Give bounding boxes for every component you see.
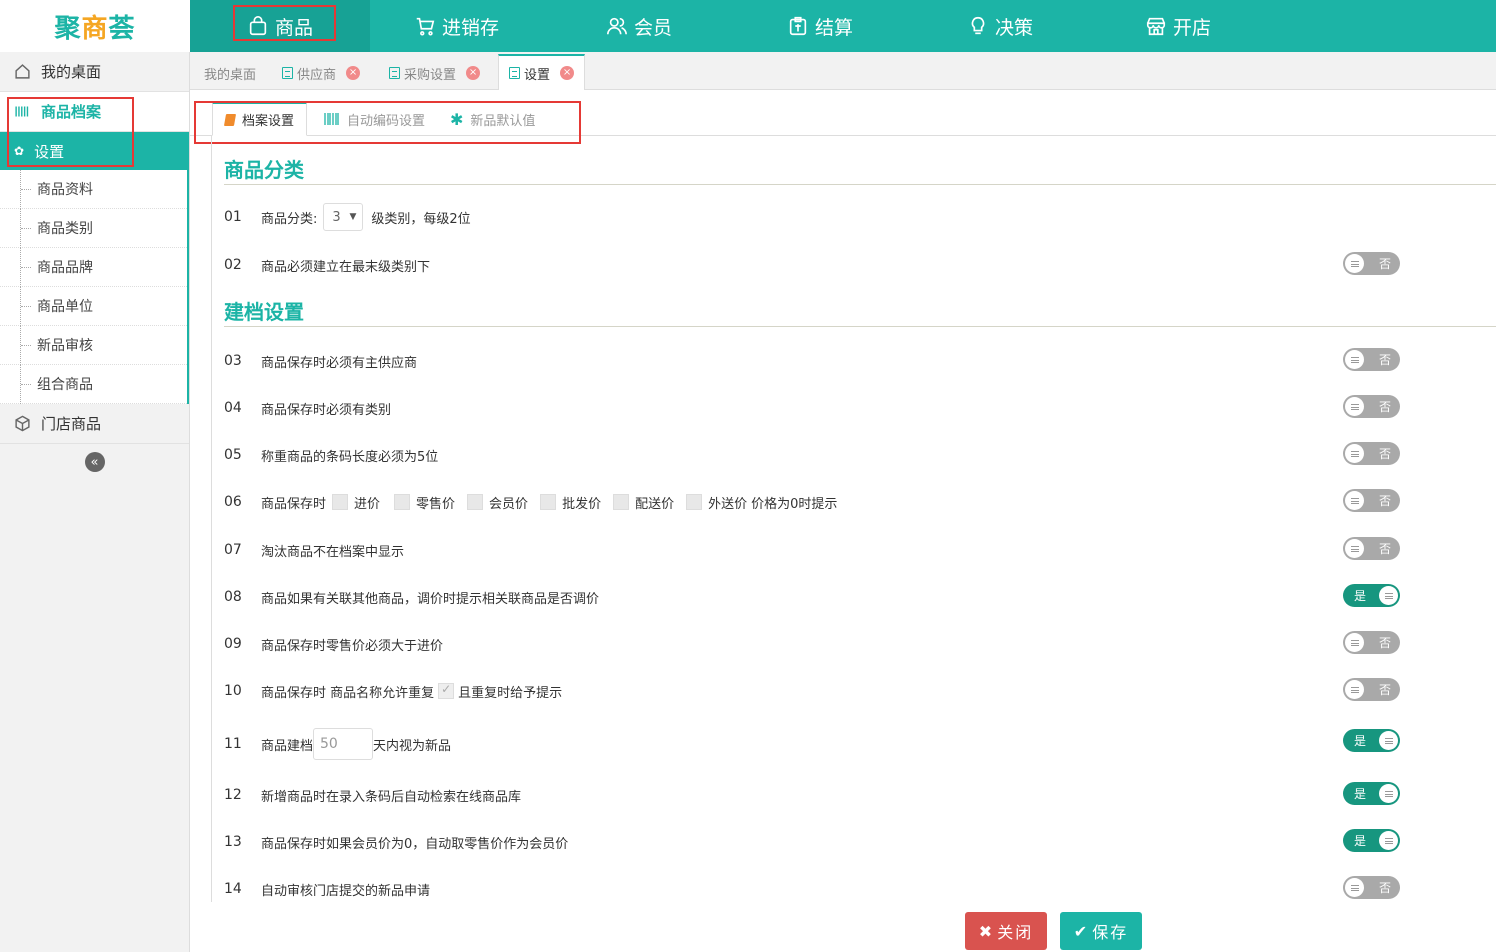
sidebar-item-combo-goods[interactable]: 组合商品: [0, 365, 187, 404]
sidebar: 我的桌面 商品档案 ✿ 设置 商品资料 商品类别 商品品牌 商品单位 新品审核 …: [0, 52, 190, 952]
sidebar-item-archive[interactable]: 商品档案: [0, 92, 189, 132]
barcode-icon: [15, 106, 29, 117]
lightbulb-icon: [971, 16, 985, 35]
nav-goods[interactable]: 商品: [190, 0, 370, 52]
save-button[interactable]: ✔ 保存: [1060, 912, 1142, 950]
nav-inventory[interactable]: 进销存: [414, 0, 499, 52]
toggle-07[interactable]: 否: [1343, 537, 1400, 560]
bag-icon: [249, 16, 267, 36]
sidebar-item-goods-info[interactable]: 商品资料: [0, 170, 187, 209]
setting-row-04: 04 商品保存时必须有类别: [224, 400, 392, 418]
setting-row-05: 05 称重商品的条码长度必须为5位: [224, 447, 439, 465]
store-icon: [1146, 17, 1166, 36]
subtab-archive-settings[interactable]: 档案设置: [212, 102, 308, 136]
sidebar-item-goods-brand[interactable]: 商品品牌: [0, 248, 187, 287]
new-goods-days-input[interactable]: 50: [313, 728, 374, 760]
close-button[interactable]: ✖ 关闭: [965, 912, 1047, 950]
home-icon: [15, 64, 30, 79]
nav-decision[interactable]: 决策: [967, 0, 1033, 52]
nav-members[interactable]: 会员: [606, 0, 672, 52]
settings-subtabs: 档案设置 自动编码设置 ✱ 新品默认值: [190, 90, 1496, 136]
divider: [224, 184, 1496, 185]
app-logo: 聚商荟: [0, 0, 190, 52]
sidebar-item-new-goods-review[interactable]: 新品审核: [0, 326, 187, 365]
asterisk-icon: ✱: [450, 109, 464, 129]
toggle-14[interactable]: 否: [1343, 876, 1400, 899]
setting-row-10: 10 商品保存时 商品名称允许重复 且重复时给予提示: [224, 676, 1484, 706]
chevron-down-icon: ▼: [349, 212, 357, 222]
check-icon: ✔: [1073, 921, 1090, 941]
setting-row-11: 11 商品建档 50 天内视为新品: [224, 728, 1484, 760]
page-tabs: 我的桌面 供应商 × 采购设置 × 设置 ×: [190, 52, 1496, 90]
toggle-13[interactable]: 是: [1343, 829, 1400, 852]
checkbox-duplicate-prompt[interactable]: [438, 682, 455, 699]
category-level-select[interactable]: 3 ▼: [323, 203, 364, 231]
section-title-category: 商品分类: [224, 158, 304, 182]
checkbox-retail-price[interactable]: [394, 494, 411, 510]
setting-row-02: 02 商品必须建立在最末级类别下: [224, 257, 431, 275]
settings-content: 商品分类 01 商品分类: 3 ▼ 级类别，每级2位 02 商品必须建立在最末级类别…: [211, 136, 1496, 902]
close-icon: ✖: [978, 921, 995, 941]
subtab-auto-code[interactable]: 自动编码设置: [312, 102, 437, 136]
barcode-icon: [324, 113, 339, 125]
nav-open-store[interactable]: 开店: [1145, 0, 1211, 52]
sidebar-item-desk[interactable]: 我的桌面: [0, 52, 189, 92]
cart-icon: [416, 17, 435, 36]
toggle-09[interactable]: 否: [1343, 631, 1400, 654]
document-icon: [509, 67, 520, 79]
book-icon: [223, 113, 237, 126]
toggle-12[interactable]: 是: [1343, 782, 1400, 805]
setting-row-08: 08 商品如果有关联其他商品，调价时提示相关联商品是否调价: [224, 589, 600, 607]
toggle-03[interactable]: 否: [1343, 348, 1400, 371]
tab-settings[interactable]: 设置 ×: [498, 54, 586, 90]
setting-row-01: 01 商品分类: 3 ▼ 级类别，每级2位: [224, 202, 1484, 232]
setting-row-07: 07 淘汰商品不在档案中显示: [224, 542, 405, 560]
setting-row-12: 12 新增商品时在录入条码后自动检索在线商品库: [224, 787, 522, 805]
wallet-icon: [789, 16, 807, 36]
document-icon: [282, 67, 293, 79]
setting-row-03: 03 商品保存时必须有主供应商: [224, 353, 418, 371]
subtab-new-defaults[interactable]: ✱ 新品默认值: [438, 102, 547, 136]
setting-row-06: 06 商品保存时 进价 零售价 会员价 批发价 配送价 外送价 价格为0时提示: [224, 494, 838, 512]
nav-settlement[interactable]: 结算: [787, 0, 853, 52]
checkbox-purchase-price[interactable]: [332, 494, 349, 510]
collapse-sidebar-icon[interactable]: «: [84, 452, 105, 472]
toggle-04[interactable]: 否: [1343, 395, 1400, 418]
setting-row-09: 09 商品保存时零售价必须大于进价: [224, 636, 444, 654]
gear-icon: ✿: [14, 144, 25, 158]
checkbox-wholesale-price[interactable]: [540, 494, 557, 510]
tab-supplier[interactable]: 供应商 ×: [272, 56, 370, 90]
tab-purchase-settings[interactable]: 采购设置 ×: [379, 56, 490, 90]
checkbox-takeout-price[interactable]: [686, 494, 703, 510]
sidebar-submenu: 商品资料 商品类别 商品品牌 商品单位 新品审核 组合商品: [0, 170, 189, 404]
toggle-10[interactable]: 否: [1343, 678, 1400, 701]
close-tab-icon[interactable]: ×: [466, 66, 481, 80]
section-title-archive: 建档设置: [224, 300, 304, 324]
sidebar-item-goods-category[interactable]: 商品类别: [0, 209, 187, 248]
box-icon: [15, 415, 30, 432]
toggle-06[interactable]: 否: [1343, 489, 1400, 512]
sidebar-item-settings[interactable]: ✿ 设置: [0, 132, 189, 170]
setting-row-13: 13 商品保存时如果会员价为0，自动取零售价作为会员价: [224, 834, 569, 852]
users-icon: [607, 17, 627, 35]
checkbox-member-price[interactable]: [467, 494, 484, 510]
top-navbar: 聚商荟 商品 进销存 会员 结算 决策 开店: [0, 0, 1496, 52]
sidebar-item-store-goods[interactable]: 门店商品: [0, 404, 189, 444]
tab-desk[interactable]: 我的桌面: [194, 56, 266, 90]
toggle-11[interactable]: 是: [1343, 729, 1400, 752]
divider: [224, 326, 1496, 327]
setting-row-14: 14 自动审核门店提交的新品申请: [224, 881, 431, 899]
toggle-02[interactable]: 否: [1343, 252, 1400, 275]
sidebar-item-goods-unit[interactable]: 商品单位: [0, 287, 187, 326]
toggle-08[interactable]: 是: [1343, 584, 1400, 607]
close-tab-icon[interactable]: ×: [346, 66, 361, 80]
document-icon: [389, 67, 400, 79]
checkbox-delivery-price[interactable]: [613, 494, 630, 510]
toggle-05[interactable]: 否: [1343, 442, 1400, 465]
close-tab-icon[interactable]: ×: [560, 66, 575, 80]
